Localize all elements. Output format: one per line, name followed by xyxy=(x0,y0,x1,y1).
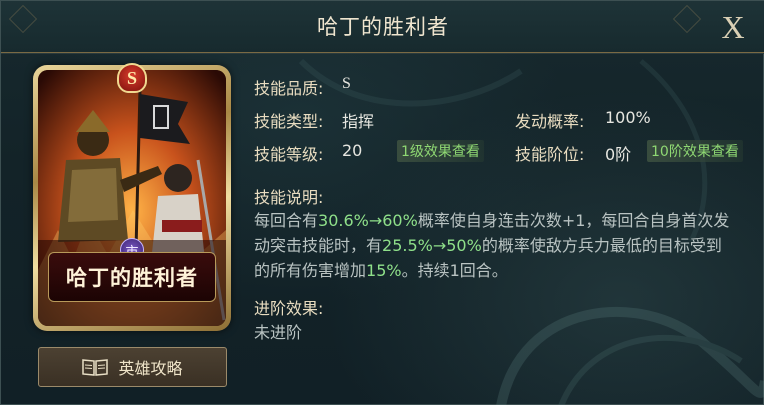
page-title: 哈丁的胜利者 xyxy=(317,15,449,39)
skill-quality-label: 技能品质: xyxy=(254,79,324,98)
hero-name-plate: 哈丁的胜利者 xyxy=(48,252,216,302)
desc-text-4: 。持续1回合。 xyxy=(401,261,508,280)
hero-name: 哈丁的胜利者 xyxy=(66,266,198,290)
skill-quality-value: S xyxy=(342,75,351,92)
rank10-effect-link-label: 10阶效果查看 xyxy=(651,144,739,160)
close-button[interactable]: X xyxy=(715,9,751,45)
skill-description: 每回合有30.6%→60%概率使自身连击次数+1，每回合自身首次发动突击技能时，… xyxy=(254,208,734,283)
desc-highlight-1: 30.6%→60% xyxy=(318,211,418,230)
desc-text-1: 每回合有 xyxy=(254,211,319,230)
advance-effect-label: 进阶效果: xyxy=(254,299,324,318)
desc-highlight-3: 15% xyxy=(366,261,402,280)
trigger-chance-value: 100% xyxy=(605,108,651,127)
skill-type-value: 指挥 xyxy=(342,112,375,131)
advance-effect-value: 未进阶 xyxy=(254,323,303,342)
skill-rank-label: 技能阶位: xyxy=(515,145,585,164)
hero-card[interactable]: 市 哈丁的胜利者 S xyxy=(33,63,231,331)
skill-type-label: 技能类型: xyxy=(254,112,324,131)
book-icon xyxy=(82,359,109,376)
skill-level-label: 技能等级: xyxy=(254,145,324,164)
desc-highlight-2: 25.5%→50% xyxy=(382,236,482,255)
hero-guide-button[interactable]: 英雄攻略 xyxy=(38,347,227,387)
grade-badge: S xyxy=(117,63,147,93)
level1-effect-link[interactable]: 1级效果查看 xyxy=(397,140,484,162)
level1-effect-link-label: 1级效果查看 xyxy=(401,144,480,160)
title-bar: 哈丁的胜利者 X xyxy=(1,1,764,53)
trigger-chance-label: 发动概率: xyxy=(515,112,585,131)
skill-detail-panel: 哈丁的胜利者 X 哈丁的胜利者 S 英雄攻略 技能品质: S 技能类型: 指挥 … xyxy=(0,0,764,405)
hero-guide-label: 英雄攻略 xyxy=(118,359,183,378)
rank10-effect-link[interactable]: 10阶效果查看 xyxy=(647,140,743,162)
skill-level-value: 20 xyxy=(342,141,363,160)
skill-rank-value: 0阶 xyxy=(605,145,632,164)
skill-description-label: 技能说明: xyxy=(254,188,324,207)
hero-card-inner: 市 哈丁的胜利者 xyxy=(38,70,226,326)
